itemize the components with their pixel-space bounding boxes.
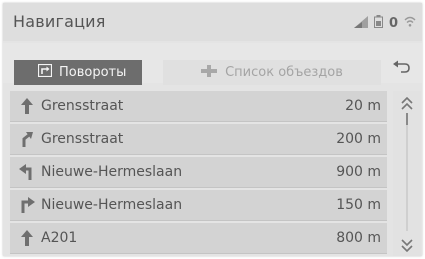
distance: 150 m <box>336 197 381 213</box>
distance: 200 m <box>336 131 381 147</box>
straight-arrow-icon <box>18 229 36 247</box>
list-item[interactable]: Nieuwe-Hermeslaan 150 m <box>10 190 387 221</box>
list-item[interactable]: Grensstraat 20 m <box>10 91 387 122</box>
tab-turns-label: Повороты <box>59 65 127 80</box>
wifi-icon <box>404 16 416 30</box>
street-name: Grensstraat <box>41 98 124 114</box>
distance: 20 m <box>345 98 381 114</box>
double-chevron-up-icon[interactable] <box>401 96 413 110</box>
tab-detour-list[interactable]: Список объездов <box>163 60 381 85</box>
directions-list: Grensstraat 20 m Grensstraat 200 m Nieuw… <box>3 91 389 256</box>
battery-icon <box>373 15 383 31</box>
slight-right-arrow-icon <box>18 130 36 148</box>
straight-arrow-icon <box>18 97 36 115</box>
scroll-thumb[interactable] <box>406 113 408 125</box>
street-name: Grensstraat <box>41 131 124 147</box>
street-name: Nieuwe-Hermeslaan <box>41 164 183 180</box>
navigation-screen: Навигация 0 Повороты Список объездов Gre… <box>3 3 422 256</box>
status-value: 0 <box>388 15 398 31</box>
left-turn-arrow-icon <box>18 163 36 181</box>
detour-list-icon <box>201 64 218 81</box>
tab-detour-list-label: Список объездов <box>225 65 343 80</box>
back-arrow-icon <box>393 59 411 78</box>
list-item[interactable]: A201 800 m <box>10 223 387 254</box>
street-name: A201 <box>41 230 78 246</box>
scroll-track <box>406 113 408 231</box>
status-area: 0 <box>353 15 416 31</box>
distance: 900 m <box>336 164 381 180</box>
header-bar: Навигация 0 <box>3 3 422 41</box>
signal-icon <box>353 15 368 31</box>
list-item[interactable]: Grensstraat 200 m <box>10 124 387 155</box>
turns-icon <box>37 63 53 81</box>
tab-bar: Повороты Список объездов <box>3 43 422 85</box>
scrollbar[interactable] <box>393 91 421 256</box>
page-title: Навигация <box>13 12 106 31</box>
distance: 800 m <box>336 230 381 246</box>
street-name: Nieuwe-Hermeslaan <box>41 197 183 213</box>
double-chevron-down-icon[interactable] <box>401 237 413 253</box>
tab-turns[interactable]: Повороты <box>14 60 142 85</box>
right-turn-arrow-icon <box>18 196 36 214</box>
list-item[interactable]: Nieuwe-Hermeslaan 900 m <box>10 157 387 188</box>
back-button[interactable] <box>386 56 418 81</box>
